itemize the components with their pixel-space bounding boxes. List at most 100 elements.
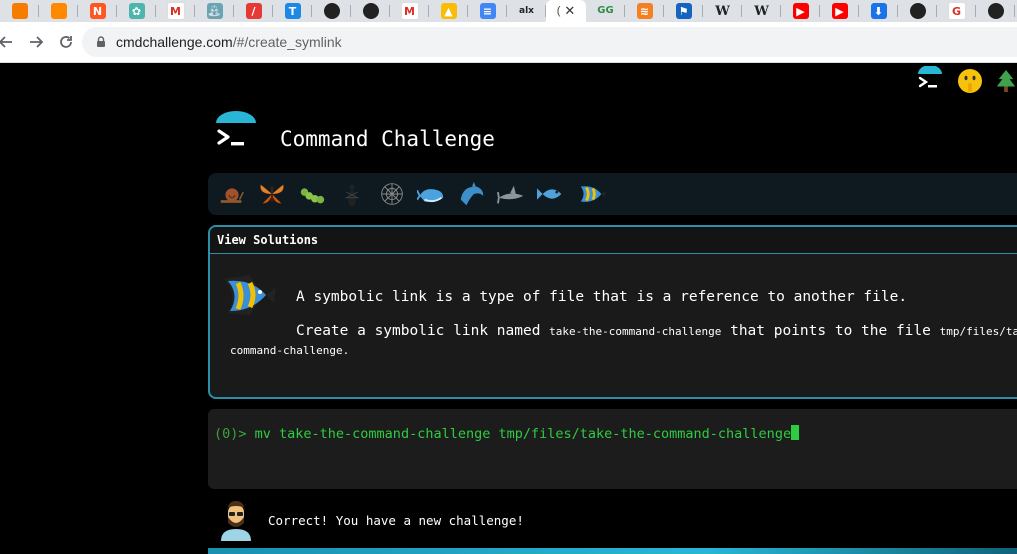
- browser-tab[interactable]: G: [937, 0, 976, 22]
- browser-tab[interactable]: W: [703, 0, 742, 22]
- youtube-icon: ▶: [792, 3, 809, 19]
- dolphin-icon: [460, 181, 484, 206]
- browser-tab[interactable]: ●: [976, 0, 1015, 22]
- feedback: Correct! You have a new challenge!: [218, 499, 524, 541]
- page-title: Command Challenge: [280, 127, 495, 151]
- site-logo[interactable]: [214, 111, 258, 157]
- spider-web-icon: [381, 183, 403, 205]
- browser-tab[interactable]: W: [742, 0, 781, 22]
- terminal-logo-icon: [216, 111, 256, 146]
- browser-tab[interactable]: GG: [586, 0, 625, 22]
- challenge-box: View Solutions A symbolic link is a type…: [208, 225, 1017, 399]
- browser-tab[interactable]: ●: [312, 0, 351, 22]
- browser-tab[interactable]: M: [390, 0, 429, 22]
- page-content: Command Challenge View Solutions A symbo…: [0, 63, 1017, 554]
- feedback-message: Correct! You have a new challenge!: [268, 512, 524, 528]
- orange-tab-icon: [11, 3, 28, 19]
- shushing-face-icon[interactable]: [955, 66, 985, 96]
- t-logo-icon: T: [284, 3, 301, 19]
- lock-icon: [97, 36, 105, 47]
- gmail-icon: M: [400, 2, 419, 20]
- caterpillar-icon: [300, 188, 325, 204]
- tree-icon[interactable]: [995, 66, 1017, 96]
- level-tropical-fish[interactable]: [576, 178, 608, 210]
- arrow-left-icon: [0, 36, 12, 48]
- browser-tab[interactable]: ●: [898, 0, 937, 22]
- github-icon: ●: [362, 3, 379, 19]
- level-dolphin[interactable]: [456, 178, 488, 210]
- browser-tab[interactable]: ≋: [625, 0, 664, 22]
- browser-tab[interactable]: /: [234, 0, 273, 22]
- geeksforgeeks-icon: GG: [597, 5, 614, 16]
- browser-tab[interactable]: ▶: [820, 0, 859, 22]
- terminal-logo-icon[interactable]: [915, 66, 945, 96]
- tropical-fish-icon: [222, 271, 278, 319]
- browser-tab[interactable]: ⛲: [195, 0, 234, 22]
- blue-bookmark-icon: ⚑: [675, 3, 692, 19]
- colorful-logo-icon: ✿: [128, 3, 145, 19]
- ant-icon: [345, 184, 359, 207]
- youtube-icon: ▶: [831, 3, 848, 19]
- code-target-path: tmp/files/ta: [939, 325, 1017, 338]
- level-whale[interactable]: [416, 178, 448, 210]
- code-target-path-continued: command-challenge.: [230, 344, 350, 357]
- close-icon[interactable]: ✕: [564, 4, 575, 19]
- view-solutions-button[interactable]: View Solutions: [210, 227, 1017, 254]
- level-ant[interactable]: [336, 178, 368, 210]
- browser-tab[interactable]: ≡: [468, 0, 507, 22]
- url-path: /#/create_symlink: [232, 34, 342, 50]
- wikipedia-icon: W: [754, 3, 769, 19]
- browser-tab[interactable]: [0, 0, 39, 22]
- zigzag-icon: N: [89, 3, 106, 19]
- orange-cube-icon: [50, 3, 67, 19]
- terminal[interactable]: (0)> mv take-the-command-challenge tmp/f…: [208, 409, 1017, 489]
- stackoverflow-icon: ≋: [636, 3, 653, 19]
- github-icon: ●: [909, 3, 926, 19]
- alx-icon: alx: [519, 5, 534, 16]
- tab-strip: N✿M⛲/T●●M▲≡alx(✕GG≋⚑WW▶▶⬇●G●●: [0, 0, 1017, 22]
- corner-icons: [915, 66, 1017, 96]
- browser-tab[interactable]: alx: [507, 0, 546, 22]
- challenge-description: A symbolic link is a type of file that i…: [296, 289, 908, 305]
- google-docs-icon: ≡: [479, 3, 496, 19]
- github-icon: ●: [323, 3, 340, 19]
- browser-tab[interactable]: T: [273, 0, 312, 22]
- level-fish[interactable]: [536, 178, 568, 210]
- tab-active[interactable]: (✕: [546, 0, 586, 22]
- reload-button[interactable]: [54, 30, 78, 54]
- level-shark[interactable]: [496, 178, 528, 210]
- browser-tab[interactable]: ▶: [781, 0, 820, 22]
- whale-icon: [417, 189, 444, 203]
- browser-tab[interactable]: ●: [351, 0, 390, 22]
- browser-tab[interactable]: ✿: [117, 0, 156, 22]
- tab-title: (: [556, 5, 561, 17]
- instruction-text: Create a symbolic link named: [296, 323, 550, 339]
- shark-icon: [497, 185, 524, 204]
- address-bar[interactable]: cmdchallenge.com/#/create_symlink: [82, 27, 1017, 57]
- command-input[interactable]: (0)> mv take-the-command-challenge tmp/f…: [214, 425, 800, 442]
- tropical-fish-icon: [580, 186, 607, 202]
- browser-tab[interactable]: ⬇: [859, 0, 898, 22]
- browser-toolbar: cmdchallenge.com/#/create_symlink: [0, 22, 1017, 63]
- forward-button[interactable]: [24, 30, 48, 54]
- back-button[interactable]: [0, 30, 18, 54]
- terminal-cursor: [791, 425, 800, 440]
- level-caterpillar[interactable]: [296, 178, 328, 210]
- challenge-instruction: Create a symbolic link named take-the-co…: [296, 323, 1017, 339]
- browser-tab[interactable]: M: [156, 0, 195, 22]
- level-butterfly[interactable]: [256, 178, 288, 210]
- arrow-right-icon: [30, 36, 44, 48]
- download-icon: ⬇: [870, 3, 887, 19]
- wikipedia-icon: W: [715, 3, 730, 19]
- browser-tab[interactable]: ▲: [429, 0, 468, 22]
- google-drive-icon: ▲: [440, 3, 457, 19]
- level-snail[interactable]: [216, 178, 248, 210]
- reload-icon: [60, 36, 72, 48]
- level-spider-web[interactable]: [376, 178, 408, 210]
- red-slash-icon: /: [245, 3, 262, 19]
- terminal-command: mv take-the-command-challenge tmp/files/…: [254, 426, 792, 442]
- browser-tab[interactable]: [39, 0, 78, 22]
- terminal-prompt: (0)>: [214, 426, 255, 442]
- browser-tab[interactable]: N: [78, 0, 117, 22]
- browser-tab[interactable]: ⚑: [664, 0, 703, 22]
